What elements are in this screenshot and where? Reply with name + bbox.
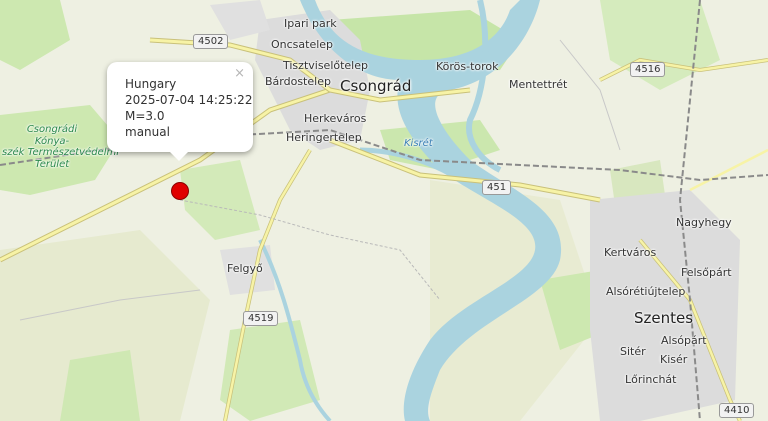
road-shield-4410: 4410 <box>719 403 755 418</box>
place-label-felgyo: Felgyő <box>227 262 263 275</box>
place-label-bardostelep: Bárdostelep <box>265 75 331 88</box>
popup-magnitude: M=3.0 <box>125 109 165 123</box>
place-label-alsoretiujtelep: Alsórétiújtelep <box>606 285 686 298</box>
place-label-szentes: Szentes <box>634 309 694 327</box>
road-shield-451: 451 <box>482 180 512 195</box>
place-label-nagyhegy: Nagyhegy <box>676 216 732 229</box>
popup-mode: manual <box>125 125 170 139</box>
place-label-heringertelep: Heringertelep <box>286 131 362 144</box>
popup-content: Hungary 2025-07-04 14:25:22 M=3.0 manual <box>125 76 252 140</box>
protected-area-label-line: szék Természetvédelmi <box>2 147 120 158</box>
place-label-herkevaros: Herkeváros <box>304 112 367 125</box>
road-shield-4516: 4516 <box>630 62 666 77</box>
road-shield-4502: 4502 <box>193 34 229 49</box>
popup-tip <box>169 151 189 161</box>
event-popup: × Hungary 2025-07-04 14:25:22 M=3.0 manu… <box>107 62 253 161</box>
protected-area-label-line: Csongrádi <box>26 124 78 135</box>
popup-country: Hungary <box>125 77 177 91</box>
protected-area-label-line: Terület <box>34 158 70 170</box>
forest-area <box>60 350 140 421</box>
place-label-alsopart: Alsópárt <box>661 334 707 347</box>
place-label-oncsatelep: Oncsatelep <box>271 38 334 51</box>
protected-area-label-line: Kónya- <box>34 135 70 147</box>
earthquake-marker[interactable] <box>171 182 189 200</box>
popup-datetime: 2025-07-04 14:25:22 <box>125 93 253 107</box>
place-label-kertvaros: Kertváros <box>604 246 657 259</box>
place-label-ipari-park: Ipari park <box>284 17 337 30</box>
place-label-felsopart: Felsőpárt <box>681 266 732 279</box>
place-label-kisret: Kisrét <box>404 138 433 149</box>
map-canvas[interactable]: Ipari park Oncsatelep Tisztviselőtelep B… <box>0 0 768 421</box>
place-label-lorinchat: Lőrinchát <box>625 373 677 386</box>
place-label-kiser: Kisér <box>660 353 688 366</box>
place-label-koros-torok: Körös-torok <box>436 60 499 73</box>
road-shield-4519: 4519 <box>243 311 279 326</box>
protected-area-label: Csongrádi Kónya- szék Természetvédelmi T… <box>2 124 120 170</box>
place-label-tisztviselotelep: Tisztviselőtelep <box>283 59 368 72</box>
place-label-siter: Sitér <box>620 345 646 358</box>
place-label-mentettret: Mentettrét <box>509 78 568 91</box>
place-label-csongrad: Csongrád <box>340 77 412 95</box>
